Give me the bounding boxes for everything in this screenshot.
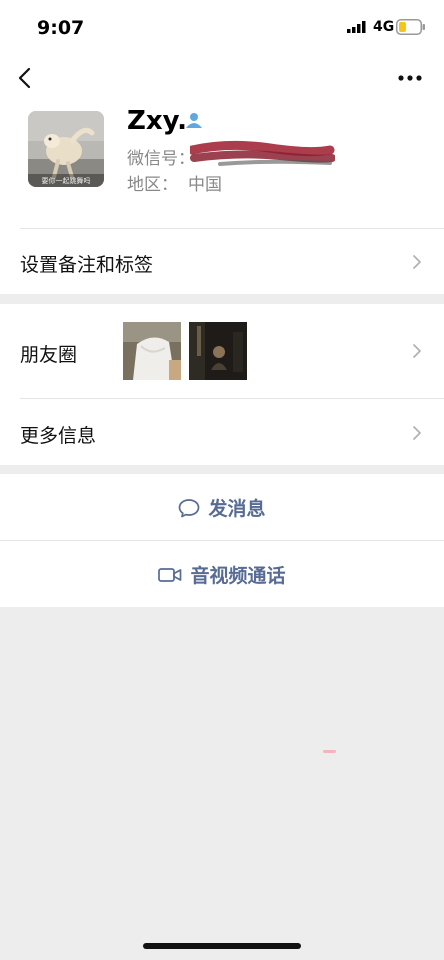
battery-low-icon [396, 19, 425, 35]
more-info-label: 更多信息 [20, 425, 97, 447]
chevron-right-icon [413, 344, 421, 358]
redaction-scribble [190, 140, 335, 166]
moments-label: 朋友圈 [20, 344, 78, 366]
send-message-label: 发消息 [208, 498, 266, 520]
chevron-right-icon [413, 426, 421, 440]
info-group: 朋友圈 更多信息 [0, 304, 444, 465]
wechat-id-label: 微信号： [127, 149, 195, 169]
video-camera-icon [158, 567, 182, 582]
avatar-image: 要你一起跳舞吗 [28, 111, 104, 187]
decorative-mark [323, 750, 336, 753]
region-label: 地区： [127, 175, 178, 195]
av-call-button[interactable]: 音视频通话 [0, 541, 444, 607]
status-time: 9:07 [37, 17, 85, 39]
profile-name: Zxy. [127, 106, 188, 136]
remark-tags-label: 设置备注和标签 [20, 254, 154, 276]
chevron-left-icon[interactable] [16, 66, 36, 90]
wechat-id-row: 微信号： [127, 144, 195, 169]
remark-group: 设置备注和标签 [0, 228, 444, 294]
moments-cell[interactable]: 朋友圈 [0, 304, 444, 398]
av-call-label: 音视频通话 [190, 565, 286, 587]
profile-header: 要你一起跳舞吗 Zxy. 微信号： 地区： 中国 [0, 104, 444, 228]
chat-bubble-icon [179, 498, 200, 517]
actions-group: 发消息 音视频通话 [0, 474, 444, 607]
more-info-cell[interactable]: 更多信息 [0, 399, 444, 465]
remark-tags-cell[interactable]: 设置备注和标签 [0, 228, 444, 294]
signal-bars-icon [347, 21, 366, 33]
chevron-right-icon [413, 255, 421, 269]
network-label: 4G [373, 19, 395, 35]
home-indicator[interactable] [143, 943, 301, 949]
region-value: 中国 [188, 175, 222, 195]
nav-bar [0, 52, 444, 104]
status-bar: 9:07 4G [0, 0, 444, 52]
moments-thumbnail[interactable] [123, 322, 181, 380]
moments-thumbnails [123, 322, 250, 380]
moments-thumbnail[interactable] [189, 322, 248, 380]
send-message-button[interactable]: 发消息 [0, 474, 444, 540]
avatar[interactable]: 要你一起跳舞吗 [28, 111, 104, 187]
more-dots-icon[interactable] [398, 74, 422, 82]
region-row: 地区： 中国 [127, 170, 222, 195]
person-icon [186, 113, 202, 128]
svg-text:要你一起跳舞吗: 要你一起跳舞吗 [42, 176, 91, 185]
